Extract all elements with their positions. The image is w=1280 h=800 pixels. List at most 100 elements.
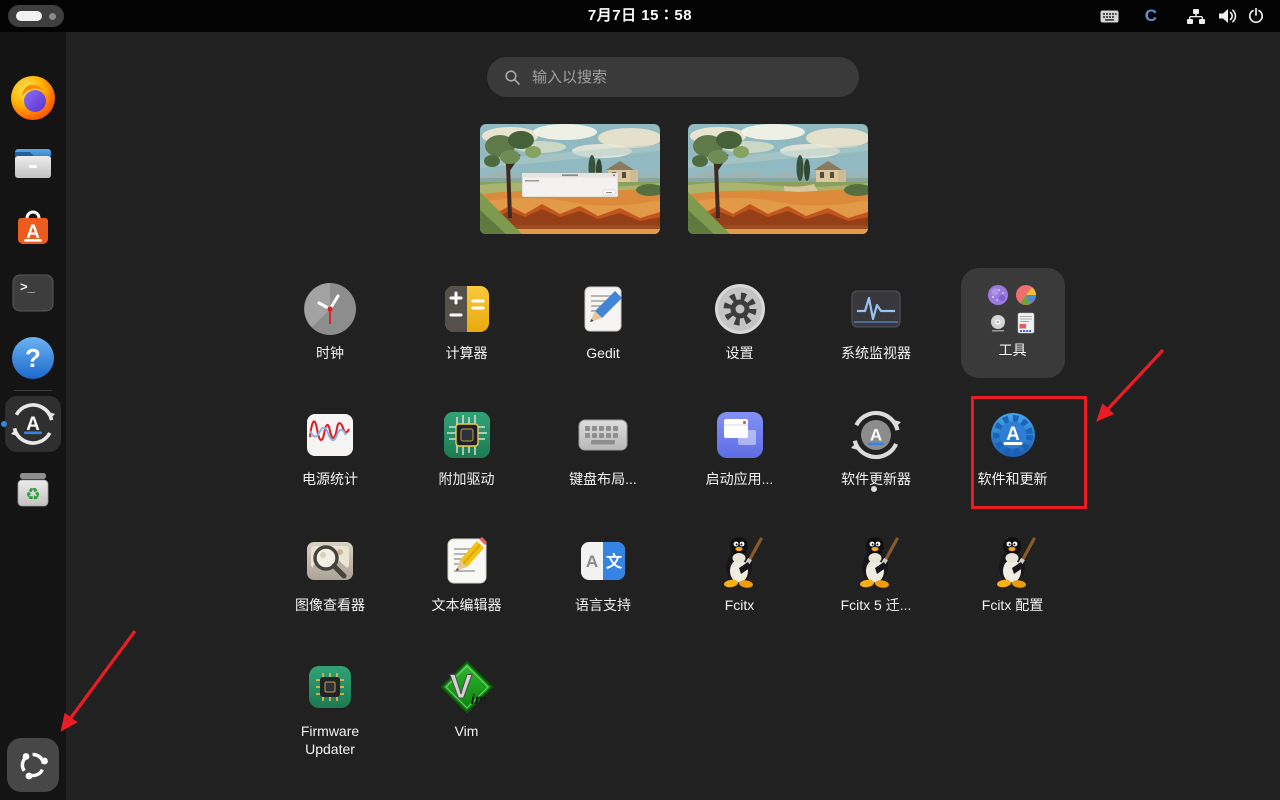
keyboard-icon[interactable]	[1100, 0, 1119, 32]
svg-text:♻: ♻	[25, 485, 40, 504]
tools-folder-icon	[987, 284, 1039, 334]
fcitx5-app-icon	[848, 533, 904, 589]
app-label: 启动应用...	[688, 471, 792, 489]
app-tile-gedit[interactable]: Gedit	[551, 268, 655, 363]
app-label: 语言支持	[551, 597, 655, 615]
app-tile-fcitx-config[interactable]: Fcitx 配置	[961, 520, 1065, 615]
search-bar[interactable]	[487, 57, 859, 97]
app-tile-vim[interactable]: V im Vim	[415, 646, 519, 741]
running-app-dot	[1, 421, 7, 427]
ubuntu-logo-icon	[17, 749, 49, 781]
app-tile-software-updater[interactable]: A 软件更新器	[824, 394, 928, 489]
mini-window	[522, 173, 618, 197]
clock-app-icon	[302, 281, 358, 337]
top-bar: 7月7日 15∶58 C	[0, 0, 1280, 32]
app-label: Firmware Updater	[278, 723, 382, 758]
terminal-icon: >_	[9, 269, 57, 317]
app-label: 图像查看器	[278, 597, 382, 615]
app-tile-text-editor[interactable]: 文本编辑器	[415, 520, 519, 615]
app-label: Fcitx 5 迁...	[824, 597, 928, 615]
dock-item-firefox[interactable]	[9, 74, 57, 122]
svg-text:文: 文	[606, 552, 623, 571]
app-tile-settings[interactable]: 设置	[688, 268, 792, 363]
power-icon[interactable]	[1248, 0, 1264, 32]
files-icon	[9, 139, 57, 187]
dock: A >_ ? A ♻	[0, 32, 66, 800]
search-icon	[505, 70, 520, 85]
fcitx-app-icon	[712, 533, 768, 589]
pie-chart-mini-icon	[1015, 284, 1037, 306]
calculator-app-icon	[439, 281, 495, 337]
dock-item-trash[interactable]: ♻	[9, 465, 57, 513]
ubuntu-software-icon: A	[9, 204, 57, 252]
additional-drivers-app-icon	[439, 407, 495, 463]
fcitx-indicator-icon[interactable]: C	[1145, 0, 1157, 32]
dock-item-terminal[interactable]: >_	[9, 269, 57, 317]
app-label: 计算器	[415, 345, 519, 363]
app-label: 附加驱动	[415, 471, 519, 489]
dock-item-help[interactable]: ?	[9, 334, 57, 382]
help-icon: ?	[9, 334, 57, 382]
app-label: 时钟	[278, 345, 382, 363]
workspace-thumbnail-1[interactable]	[480, 124, 660, 234]
svg-text:?: ?	[25, 343, 41, 373]
workspace-indicator-pill[interactable]	[8, 5, 64, 27]
fcitx-config-app-icon	[985, 533, 1041, 589]
app-label: Fcitx 配置	[961, 597, 1065, 615]
app-label: 系统监视器	[824, 345, 928, 363]
app-tile-image-viewer[interactable]: 图像查看器	[278, 520, 382, 615]
app-label: 电源统计	[278, 471, 382, 489]
app-label: Vim	[415, 723, 519, 741]
page-indicator-dot[interactable]	[871, 486, 877, 492]
search-input[interactable]	[530, 68, 859, 87]
language-support-app-icon: A 文	[575, 533, 631, 589]
firmware-updater-app-icon	[302, 659, 358, 715]
app-label: Fcitx	[688, 597, 792, 615]
image-viewer-app-icon	[302, 533, 358, 589]
app-tile-system-monitor[interactable]: 系统监视器	[824, 268, 928, 363]
app-tile-additional-drivers[interactable]: 附加驱动	[415, 394, 519, 489]
disks-mini-icon	[987, 312, 1009, 334]
inactive-workspace-dot	[49, 13, 56, 20]
app-label: 设置	[688, 345, 792, 363]
app-tile-calculator[interactable]: 计算器	[415, 268, 519, 363]
folder-label: 工具	[961, 342, 1065, 360]
svg-text:>_: >_	[20, 279, 36, 294]
app-tile-fcitx[interactable]: Fcitx	[688, 520, 792, 615]
firefox-icon	[9, 74, 57, 122]
app-tile-keyboard-layout[interactable]: 键盘布局...	[551, 394, 655, 489]
app-tile-fcitx5-migrator[interactable]: Fcitx 5 迁...	[824, 520, 928, 615]
clock-label[interactable]: 7月7日 15∶58	[588, 0, 692, 32]
logs-mini-icon	[1015, 312, 1037, 334]
system-tray: C	[1100, 0, 1264, 32]
text-editor-app-icon	[439, 533, 495, 589]
software-updater-app-icon: A	[848, 407, 904, 463]
app-tile-clock[interactable]: 时钟	[278, 268, 382, 363]
settings-app-icon	[712, 281, 768, 337]
gedit-app-icon	[575, 281, 631, 337]
app-tile-power-statistics[interactable]: 电源统计	[278, 394, 382, 489]
wired-network-icon[interactable]	[1187, 0, 1205, 32]
app-folder-tools[interactable]: 工具	[961, 268, 1065, 378]
app-tile-startup-applications[interactable]: 启动应用...	[688, 394, 792, 489]
app-tile-firmware-updater[interactable]: Firmware Updater	[278, 646, 382, 758]
dock-item-ubuntu-software[interactable]: A	[9, 204, 57, 252]
annotation-highlight-box	[971, 396, 1087, 509]
svg-text:V: V	[449, 668, 472, 706]
workspace-thumbnail-2[interactable]	[688, 124, 868, 234]
app-tile-language-support[interactable]: A 文 语言支持	[551, 520, 655, 615]
app-label: Gedit	[551, 345, 655, 363]
power-statistics-app-icon	[302, 407, 358, 463]
active-workspace-dot	[16, 11, 42, 21]
svg-text:im: im	[470, 691, 486, 707]
system-monitor-app-icon	[848, 281, 904, 337]
dock-item-software-and-updates[interactable]: A	[5, 396, 61, 452]
globe-mini-icon	[987, 284, 1009, 306]
app-label: 文本编辑器	[415, 597, 519, 615]
volume-icon[interactable]	[1218, 0, 1237, 32]
dock-item-files[interactable]	[9, 139, 57, 187]
startup-applications-app-icon	[712, 407, 768, 463]
show-apps-button[interactable]	[7, 738, 59, 792]
keyboard-layout-app-icon	[575, 407, 631, 463]
svg-text:A: A	[870, 426, 882, 445]
